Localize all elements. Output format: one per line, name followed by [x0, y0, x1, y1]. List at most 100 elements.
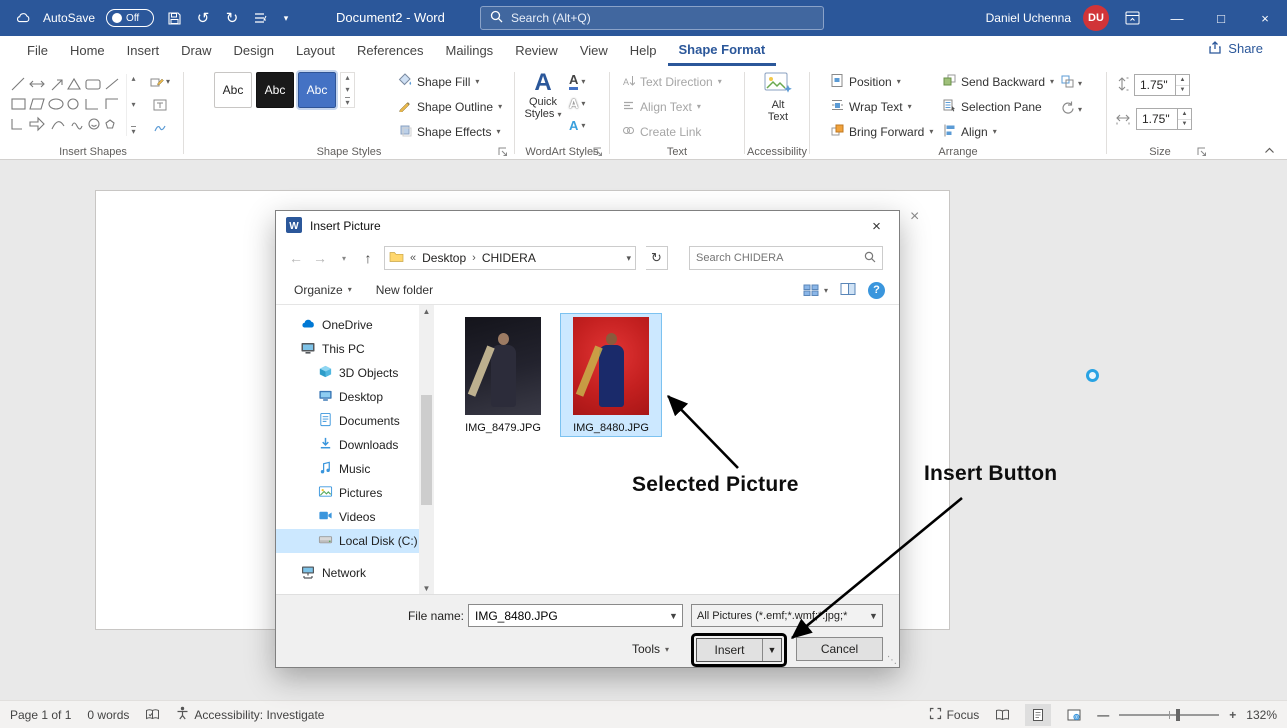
width-increase-icon[interactable]: ▲: [1178, 109, 1191, 120]
sidebar-item-this-pc[interactable]: This PC: [276, 337, 419, 361]
avatar[interactable]: DU: [1083, 5, 1109, 31]
zoom-slider[interactable]: [1119, 714, 1219, 716]
refresh-icon[interactable]: ↻: [646, 246, 668, 270]
text-effects-button[interactable]: A▾: [569, 116, 585, 135]
tab-review[interactable]: Review: [504, 36, 569, 66]
text-box-button[interactable]: [144, 95, 176, 114]
edit-shape-button[interactable]: ▾: [144, 72, 176, 91]
zoom-out-icon[interactable]: —: [1097, 708, 1109, 722]
position-button[interactable]: Position ▾: [826, 70, 937, 93]
shape-style-preset-2[interactable]: Abc: [256, 72, 294, 108]
size-dialog-launcher[interactable]: [1197, 146, 1209, 158]
quick-access-chevron-icon[interactable]: ▾: [281, 9, 291, 27]
alt-text-button[interactable]: Alt Text: [755, 70, 801, 123]
share-button[interactable]: Share: [1208, 40, 1263, 57]
proofing-icon[interactable]: [145, 708, 160, 721]
change-view-button[interactable]: ▾: [803, 283, 828, 297]
sidebar-item-videos[interactable]: Videos: [276, 505, 419, 529]
rotate-objects-button[interactable]: ▾: [1060, 100, 1082, 118]
shape-styles-dialog-launcher[interactable]: [498, 146, 510, 158]
zoom-in-icon[interactable]: +: [1229, 708, 1236, 722]
send-backward-button[interactable]: Send Backward ▾: [938, 70, 1058, 93]
shape-style-preset-1[interactable]: Abc: [214, 72, 252, 108]
quick-access-list-icon[interactable]: [252, 9, 270, 27]
shape-handle[interactable]: [1086, 369, 1099, 382]
group-objects-button[interactable]: ▾: [1060, 74, 1082, 92]
sidebar-item-local-disk-c[interactable]: Local Disk (C:): [276, 529, 419, 553]
file-item-img-8480-selected[interactable]: IMG_8480.JPG: [560, 313, 662, 437]
ribbon-display-options-icon[interactable]: [1123, 9, 1141, 27]
scroll-up-icon[interactable]: ▲: [423, 307, 431, 316]
breadcrumb-overflow[interactable]: «: [410, 252, 416, 264]
shape-style-gallery-scrollbar[interactable]: ▴ ▾ ▾: [340, 72, 355, 108]
sidebar-scrollbar[interactable]: ▲ ▼: [419, 305, 434, 595]
shape-width-input[interactable]: 1.75" ▲▼: [1136, 108, 1192, 130]
gallery-scroll-up-icon[interactable]: ▴: [131, 74, 135, 83]
tab-shape-format[interactable]: Shape Format: [668, 36, 777, 66]
sidebar-item-pictures[interactable]: Pictures: [276, 481, 419, 505]
dialog-search-box[interactable]: [689, 246, 883, 270]
text-fill-button[interactable]: A▾: [569, 72, 585, 91]
height-decrease-icon[interactable]: ▼: [1176, 86, 1189, 96]
object-close-icon[interactable]: ×: [910, 208, 919, 226]
read-mode-icon[interactable]: [989, 704, 1015, 726]
new-folder-button[interactable]: New folder: [376, 283, 433, 297]
breadcrumb-item-chidera[interactable]: CHIDERA: [482, 251, 536, 265]
tab-home[interactable]: Home: [59, 36, 116, 66]
scroll-down-icon[interactable]: ▼: [423, 584, 431, 593]
web-layout-icon[interactable]: [1061, 704, 1087, 726]
zoom-percentage[interactable]: 132%: [1246, 708, 1277, 722]
tab-draw[interactable]: Draw: [170, 36, 222, 66]
sidebar-item-onedrive[interactable]: OneDrive: [276, 313, 419, 337]
tab-insert[interactable]: Insert: [116, 36, 171, 66]
insert-button[interactable]: Insert: [697, 639, 763, 661]
undo-icon[interactable]: ↺: [194, 9, 212, 27]
zoom-slider-thumb[interactable]: [1176, 709, 1180, 721]
height-increase-icon[interactable]: ▲: [1176, 75, 1189, 86]
shape-style-preset-3[interactable]: Abc: [298, 72, 336, 108]
align-text-button[interactable]: Align Text ▾: [618, 95, 726, 118]
width-decrease-icon[interactable]: ▼: [1178, 120, 1191, 130]
shape-effects-button[interactable]: Shape Effects ▾: [394, 120, 506, 143]
word-count[interactable]: 0 words: [87, 708, 129, 722]
dialog-search-input[interactable]: [690, 252, 864, 264]
gallery-scroll-down-icon[interactable]: ▾: [131, 100, 135, 109]
breadcrumb-chevron-icon[interactable]: ▾: [626, 253, 631, 264]
tab-view[interactable]: View: [569, 36, 619, 66]
wrap-text-button[interactable]: Wrap Text ▾: [826, 95, 937, 118]
dialog-close-button[interactable]: ×: [854, 211, 899, 241]
organize-button[interactable]: Organize ▾: [294, 283, 352, 297]
tab-layout[interactable]: Layout: [285, 36, 346, 66]
dialog-search-icon[interactable]: [864, 251, 882, 266]
sidebar-item-downloads[interactable]: Downloads: [276, 433, 419, 457]
sidebar-item-network[interactable]: Network: [276, 561, 419, 585]
file-name-chevron-icon[interactable]: ▼: [665, 605, 682, 626]
up-icon[interactable]: ↑: [358, 247, 378, 269]
forward-icon[interactable]: →: [310, 247, 330, 269]
text-direction-button[interactable]: A Text Direction ▾: [618, 70, 726, 93]
gallery-more-icon[interactable]: ▾: [131, 126, 135, 136]
sidebar-item-documents[interactable]: Documents: [276, 409, 419, 433]
focus-mode-button[interactable]: Focus: [929, 707, 980, 723]
text-outline-button[interactable]: A▾: [569, 94, 585, 113]
save-icon[interactable]: [165, 9, 183, 27]
page-indicator[interactable]: Page 1 of 1: [10, 708, 71, 722]
styles-scroll-down-icon[interactable]: ▾: [345, 85, 349, 94]
tab-file[interactable]: File: [16, 36, 59, 66]
file-name-input[interactable]: [469, 609, 665, 623]
redo-icon[interactable]: ↻: [223, 9, 241, 27]
insert-chevron-icon[interactable]: ▼: [763, 639, 781, 661]
shape-gallery[interactable]: [10, 74, 122, 136]
tab-mailings[interactable]: Mailings: [435, 36, 505, 66]
shape-outline-button[interactable]: Shape Outline ▾: [394, 95, 506, 118]
align-button[interactable]: Align ▾: [938, 120, 1058, 143]
autosave-toggle[interactable]: Off: [106, 9, 154, 27]
wordart-styles-dialog-launcher[interactable]: [593, 146, 605, 158]
recent-locations-chevron-icon[interactable]: ▾: [334, 247, 354, 269]
create-link-button[interactable]: Create Link: [618, 120, 726, 143]
file-type-dropdown[interactable]: All Pictures (*.emf;*.wmf;*.jpg;* ▼: [691, 604, 883, 627]
preview-pane-icon[interactable]: [840, 282, 856, 299]
styles-scroll-up-icon[interactable]: ▴: [345, 73, 349, 82]
file-item-img-8479[interactable]: IMG_8479.JPG: [464, 317, 542, 434]
selection-pane-button[interactable]: Selection Pane: [938, 95, 1058, 118]
